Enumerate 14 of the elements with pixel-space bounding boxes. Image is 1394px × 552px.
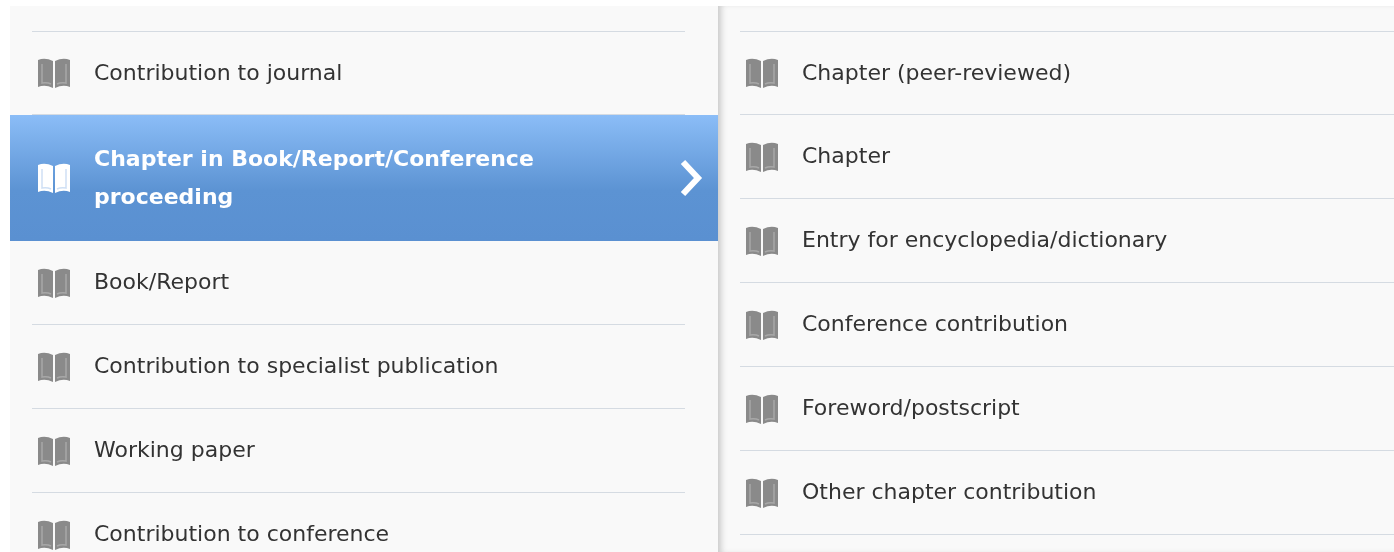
category-item[interactable]: Book/Report [32,241,685,325]
subtype-item[interactable]: Other chapter contribution [740,451,1394,535]
book-icon [744,56,780,90]
book-icon [36,56,72,90]
subtype-item[interactable]: Conference contribution [740,283,1394,367]
category-item[interactable]: Working paper [32,409,685,493]
category-item[interactable]: Contribution to conference [32,493,685,552]
chevron-right-icon [678,158,704,198]
subtype-item[interactable]: Chapter [740,115,1394,199]
subtype-item[interactable]: Chapter (peer-reviewed) [740,31,1394,115]
subtype-item[interactable]: Foreword/postscript [740,367,1394,451]
category-item[interactable]: Contribution to specialist publication [32,325,685,409]
book-icon [36,161,72,195]
subtype-item[interactable]: Entry for encyclopedia/dictionary [740,199,1394,283]
